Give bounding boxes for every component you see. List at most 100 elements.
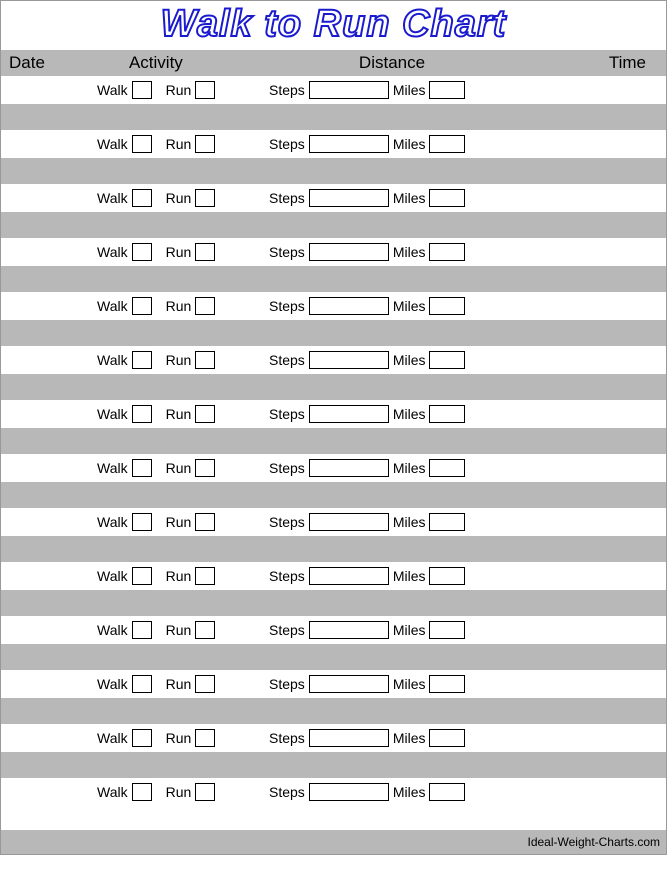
walk-label: Walk (97, 460, 128, 476)
row-spacer (1, 158, 666, 184)
steps-label: Steps (269, 352, 305, 368)
run-label: Run (166, 676, 192, 692)
run-checkbox[interactable] (195, 81, 215, 99)
walk-checkbox[interactable] (132, 783, 152, 801)
run-checkbox[interactable] (195, 405, 215, 423)
row-spacer (1, 266, 666, 292)
steps-input[interactable] (309, 783, 389, 801)
steps-input[interactable] (309, 513, 389, 531)
miles-input[interactable] (429, 459, 465, 477)
walk-label: Walk (97, 190, 128, 206)
walk-checkbox[interactable] (132, 351, 152, 369)
walk-label: Walk (97, 136, 128, 152)
miles-input[interactable] (429, 189, 465, 207)
miles-label: Miles (393, 676, 426, 692)
steps-input[interactable] (309, 351, 389, 369)
steps-label: Steps (269, 676, 305, 692)
miles-input[interactable] (429, 783, 465, 801)
steps-label: Steps (269, 514, 305, 530)
row-spacer (1, 104, 666, 130)
walk-checkbox[interactable] (132, 189, 152, 207)
log-row: WalkRunStepsMiles (1, 724, 666, 752)
miles-input[interactable] (429, 243, 465, 261)
run-label: Run (166, 244, 192, 260)
steps-input[interactable] (309, 189, 389, 207)
miles-label: Miles (393, 406, 426, 422)
miles-input[interactable] (429, 621, 465, 639)
blank-row (1, 806, 666, 830)
steps-input[interactable] (309, 297, 389, 315)
row-spacer (1, 482, 666, 508)
run-checkbox[interactable] (195, 783, 215, 801)
miles-input[interactable] (429, 351, 465, 369)
steps-input[interactable] (309, 729, 389, 747)
walk-checkbox[interactable] (132, 81, 152, 99)
steps-input[interactable] (309, 675, 389, 693)
steps-input[interactable] (309, 243, 389, 261)
run-checkbox[interactable] (195, 351, 215, 369)
miles-input[interactable] (429, 135, 465, 153)
run-checkbox[interactable] (195, 189, 215, 207)
walk-checkbox[interactable] (132, 135, 152, 153)
footer-text: Ideal-Weight-Charts.com (528, 835, 661, 849)
walk-checkbox[interactable] (132, 567, 152, 585)
miles-label: Miles (393, 190, 426, 206)
walk-checkbox[interactable] (132, 621, 152, 639)
row-spacer (1, 752, 666, 778)
walk-label: Walk (97, 406, 128, 422)
row-spacer (1, 428, 666, 454)
walk-checkbox[interactable] (132, 729, 152, 747)
walk-checkbox[interactable] (132, 297, 152, 315)
run-label: Run (166, 514, 192, 530)
row-spacer (1, 590, 666, 616)
walk-checkbox[interactable] (132, 459, 152, 477)
log-row: WalkRunStepsMiles (1, 616, 666, 644)
walk-checkbox[interactable] (132, 513, 152, 531)
run-checkbox[interactable] (195, 513, 215, 531)
run-checkbox[interactable] (195, 243, 215, 261)
miles-input[interactable] (429, 675, 465, 693)
walk-checkbox[interactable] (132, 675, 152, 693)
walk-label: Walk (97, 298, 128, 314)
run-checkbox[interactable] (195, 135, 215, 153)
miles-input[interactable] (429, 405, 465, 423)
header-activity: Activity (99, 53, 299, 73)
row-spacer (1, 320, 666, 346)
column-headers: Date Activity Distance Time (1, 50, 666, 76)
run-checkbox[interactable] (195, 621, 215, 639)
steps-input[interactable] (309, 405, 389, 423)
log-row: WalkRunStepsMiles (1, 292, 666, 320)
steps-input[interactable] (309, 81, 389, 99)
log-row: WalkRunStepsMiles (1, 400, 666, 428)
walk-checkbox[interactable] (132, 405, 152, 423)
walk-label: Walk (97, 352, 128, 368)
run-checkbox[interactable] (195, 675, 215, 693)
log-row: WalkRunStepsMiles (1, 76, 666, 104)
run-checkbox[interactable] (195, 567, 215, 585)
log-row: WalkRunStepsMiles (1, 670, 666, 698)
run-checkbox[interactable] (195, 729, 215, 747)
walk-checkbox[interactable] (132, 243, 152, 261)
run-checkbox[interactable] (195, 297, 215, 315)
miles-label: Miles (393, 568, 426, 584)
steps-input[interactable] (309, 459, 389, 477)
run-label: Run (166, 352, 192, 368)
miles-input[interactable] (429, 81, 465, 99)
run-checkbox[interactable] (195, 459, 215, 477)
steps-input[interactable] (309, 135, 389, 153)
run-label: Run (166, 784, 192, 800)
steps-label: Steps (269, 82, 305, 98)
log-row: WalkRunStepsMiles (1, 130, 666, 158)
miles-input[interactable] (429, 297, 465, 315)
header-time: Time (609, 53, 666, 73)
steps-input[interactable] (309, 621, 389, 639)
steps-input[interactable] (309, 567, 389, 585)
row-spacer (1, 374, 666, 400)
miles-input[interactable] (429, 729, 465, 747)
log-row: WalkRunStepsMiles (1, 346, 666, 374)
log-row: WalkRunStepsMiles (1, 454, 666, 482)
miles-input[interactable] (429, 513, 465, 531)
log-row: WalkRunStepsMiles (1, 562, 666, 590)
log-row: WalkRunStepsMiles (1, 238, 666, 266)
miles-input[interactable] (429, 567, 465, 585)
